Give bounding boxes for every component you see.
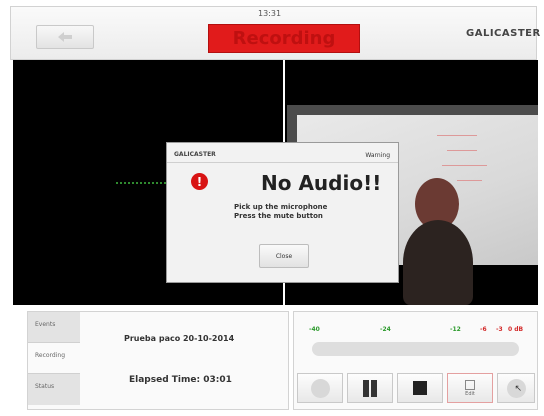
pause-icon — [362, 379, 378, 397]
dialog-title: No Audio!! — [261, 171, 382, 195]
back-button[interactable] — [36, 25, 94, 49]
vu-scale-label: -40 — [309, 326, 320, 333]
elapsed-time: Elapsed Time: 03:01 — [129, 375, 232, 385]
controls-panel: -40 -24 -12 -6 -3 0 dB Edit ↖ — [293, 311, 538, 410]
vu-scale-label: -3 — [496, 326, 503, 333]
tab-recording[interactable]: Recording — [28, 343, 80, 374]
whiteboard-writing — [447, 150, 477, 151]
recording-info-panel: Events Recording Status Prueba paco 20-1… — [27, 311, 289, 410]
galicaster-logo: GALICASTER — [466, 28, 541, 39]
vu-scale-label: 0 dB — [508, 326, 524, 333]
pause-button[interactable] — [347, 373, 393, 403]
side-tabs: Events Recording Status — [28, 312, 80, 409]
edit-label: Edit — [465, 390, 475, 397]
event-name: Prueba paco 20-10-2014 — [124, 334, 235, 343]
recording-status-banner: Recording — [208, 24, 360, 53]
dialog-divider — [167, 162, 398, 163]
whiteboard-writing — [442, 165, 487, 166]
clock: 13:31 — [258, 9, 282, 18]
vu-scale-label: -6 — [480, 326, 487, 333]
vu-scale-label: -12 — [450, 326, 461, 333]
dialog-message-line: Pick up the microphone — [234, 203, 328, 211]
alert-icon: ! — [191, 173, 208, 190]
help-icon: ↖ — [506, 378, 526, 398]
tab-events[interactable]: Events — [28, 312, 80, 343]
whiteboard-writing — [457, 180, 482, 181]
audio-level-meter — [312, 342, 519, 356]
whiteboard-writing — [437, 135, 477, 136]
record-button[interactable] — [297, 373, 343, 403]
stop-icon — [413, 381, 427, 395]
dialog-logo: GALICASTER — [174, 151, 216, 158]
edit-icon — [465, 379, 475, 390]
dialog-message: Pick up the microphone Press the mute bu… — [234, 203, 327, 221]
no-audio-dialog: GALICASTER Warning ! No Audio!! Pick up … — [166, 142, 399, 283]
dialog-message-line: Press the mute button — [234, 212, 323, 220]
help-button[interactable]: ↖ — [497, 373, 535, 403]
left-arrow-icon — [58, 32, 72, 42]
record-icon — [310, 378, 330, 398]
dialog-kind: Warning — [365, 152, 390, 159]
stop-button[interactable] — [397, 373, 443, 403]
vu-scale-label: -24 — [380, 326, 391, 333]
mouse-cursor-icon: ↖ — [514, 383, 523, 394]
person-body — [403, 220, 473, 305]
tab-status[interactable]: Status — [28, 374, 80, 405]
close-button[interactable]: Close — [259, 244, 309, 268]
edit-button[interactable]: Edit — [447, 373, 493, 403]
